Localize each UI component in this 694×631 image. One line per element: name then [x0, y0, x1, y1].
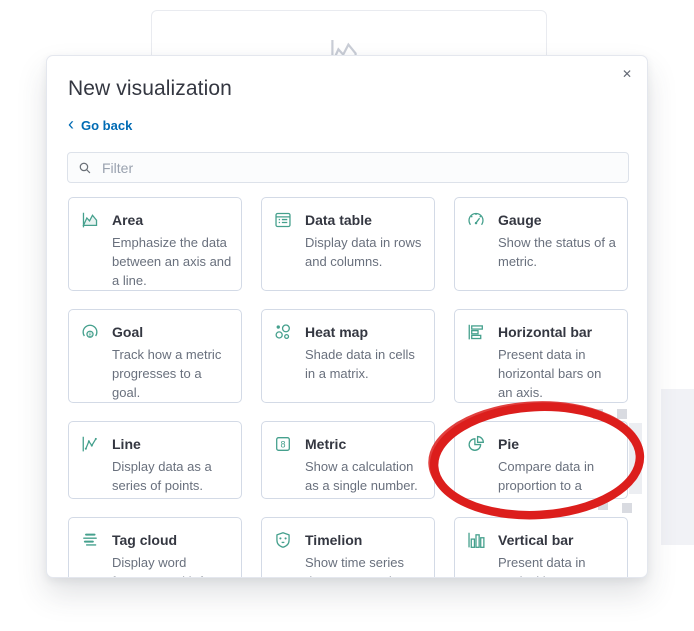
- vis-type-description: Emphasize the data between an axis and a…: [112, 235, 232, 288]
- modal-title: New visualization: [68, 77, 232, 100]
- checker-square: [598, 500, 608, 510]
- vis-type-card-heat-map[interactable]: Heat map Shade data in cells in a matrix…: [261, 309, 435, 403]
- vis-type-title: Heat map: [305, 324, 369, 340]
- timelion-icon: [274, 531, 292, 549]
- pie-chart-icon: [467, 435, 485, 453]
- svg-text:8: 8: [88, 332, 91, 338]
- visualization-type-grid: Area Emphasize the data between an axis …: [68, 197, 628, 577]
- checker-square: [617, 409, 627, 419]
- new-visualization-modal: ✕ New visualization ‹ Go back Area Empha…: [46, 55, 648, 578]
- tag-cloud-icon: [81, 531, 99, 549]
- vis-type-card-horizontal-bar[interactable]: Horizontal bar Present data in horizonta…: [454, 309, 628, 403]
- goal-icon: 8: [81, 323, 99, 341]
- vis-type-description: Present data in horizontal bars on an ax…: [498, 347, 602, 400]
- vis-type-title: Timelion: [305, 532, 363, 548]
- vis-type-description: Show time series data on a graph.: [305, 555, 404, 577]
- vis-type-card-gauge[interactable]: Gauge Show the status of a metric.: [454, 197, 628, 291]
- svg-text:8: 8: [280, 440, 285, 450]
- vis-type-title: Area: [112, 212, 144, 228]
- checker-patch: [629, 423, 642, 494]
- go-back-link[interactable]: ‹ Go back: [68, 114, 133, 134]
- data-table-icon: [274, 211, 292, 229]
- vis-type-description: Show the status of a metric.: [498, 235, 616, 269]
- vis-type-title: Horizontal bar: [498, 324, 593, 340]
- search-icon: [79, 162, 91, 173]
- vis-type-description: Shade data in cells in a matrix.: [305, 347, 415, 381]
- gauge-icon: [467, 211, 485, 229]
- vis-type-title: Data table: [305, 212, 372, 228]
- vis-type-title: Pie: [498, 436, 520, 452]
- vis-type-card-vertical-bar[interactable]: Vertical bar Present data in vertical ba…: [454, 517, 628, 577]
- chevron-left-icon: ‹: [68, 114, 74, 134]
- vis-type-title: Tag cloud: [112, 532, 178, 548]
- vis-type-title: Gauge: [498, 212, 542, 228]
- checker-square: [622, 503, 632, 513]
- checker-square: [593, 409, 603, 419]
- vis-type-card-tag-cloud[interactable]: Tag cloud Display word frequency with fo…: [68, 517, 242, 577]
- vis-type-description: Display data in rows and columns.: [305, 235, 422, 269]
- area-chart-icon: [81, 211, 99, 229]
- horizontal-bar-icon: [467, 323, 485, 341]
- heat-map-icon: [274, 323, 292, 341]
- line-chart-icon: [81, 435, 99, 453]
- metric-icon: 8: [274, 435, 292, 453]
- vis-type-card-timelion[interactable]: Timelion Show time series data on a grap…: [261, 517, 435, 577]
- vis-type-card-goal[interactable]: 8 Goal Track how a metric progresses to …: [68, 309, 242, 403]
- background-gray-band: [661, 389, 694, 545]
- vis-type-title: Metric: [305, 436, 347, 452]
- vertical-bar-icon: [467, 531, 485, 549]
- filter-input[interactable]: [100, 158, 618, 177]
- vis-type-card-pie[interactable]: Pie Compare data in proportion to a whol…: [454, 421, 628, 499]
- vis-type-description: Compare data in proportion to a whole.: [498, 459, 595, 498]
- vis-type-title: Line: [112, 436, 141, 452]
- filter-search-box[interactable]: [67, 152, 629, 183]
- vis-type-description: Display word frequency with font size.: [112, 555, 221, 577]
- vis-type-description: Track how a metric progresses to a goal.: [112, 347, 222, 400]
- vis-type-card-area[interactable]: Area Emphasize the data between an axis …: [68, 197, 242, 291]
- vis-type-description: Display data as a series of points.: [112, 459, 212, 493]
- close-icon[interactable]: ✕: [617, 63, 637, 85]
- go-back-label: Go back: [81, 118, 133, 133]
- vis-type-description: Show a calculation as a single number.: [305, 459, 418, 493]
- vis-type-title: Goal: [112, 324, 144, 340]
- vis-type-card-data-table[interactable]: Data table Display data in rows and colu…: [261, 197, 435, 291]
- vis-type-title: Vertical bar: [498, 532, 574, 548]
- vis-type-description: Present data in vertical bars on an axis…: [498, 555, 604, 577]
- vis-type-card-line[interactable]: Line Display data as a series of points.: [68, 421, 242, 499]
- vis-type-card-metric[interactable]: 8 Metric Show a calculation as a single …: [261, 421, 435, 499]
